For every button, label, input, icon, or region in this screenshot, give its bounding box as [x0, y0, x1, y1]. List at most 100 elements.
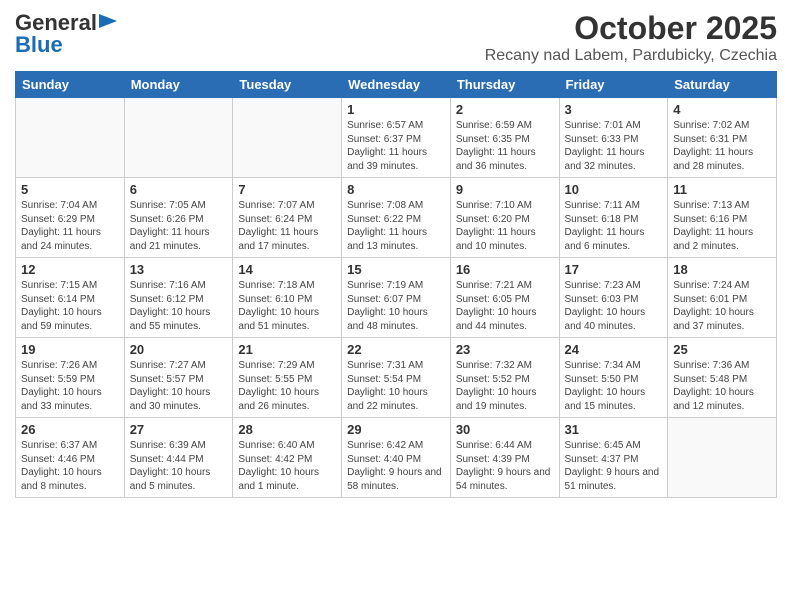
day-info: Sunrise: 7:36 AM Sunset: 5:48 PM Dayligh… [673, 359, 771, 413]
day-number: 2 [456, 102, 554, 117]
day-number: 30 [456, 422, 554, 437]
day-number: 16 [456, 262, 554, 277]
calendar-cell: 6 Sunrise: 7:05 AM Sunset: 6:26 PM Daylig… [124, 178, 233, 258]
week-row-0: 1Sunrise: 6:57 AM Sunset: 6:37 PM Daylig… [16, 98, 777, 178]
day-number: 12 [21, 262, 119, 277]
week-row-1: 5 Sunrise: 7:04 AM Sunset: 6:29 PM Daylig… [16, 178, 777, 258]
calendar-cell [16, 98, 125, 178]
calendar-cell [233, 98, 342, 178]
week-row-4: 26 Sunrise: 6:37 AM Sunset: 4:46 PM Dayli… [16, 418, 777, 498]
calendar-cell: 3 Sunrise: 7:01 AM Sunset: 6:33 PM Daylig… [559, 98, 668, 178]
calendar-cell: 13 Sunrise: 7:16 AM Sunset: 6:12 PM Dayli… [124, 258, 233, 338]
calendar-subtitle: Recany nad Labem, Pardubicky, Czechia [485, 47, 777, 65]
day-number: 21 [238, 342, 336, 357]
calendar-cell: 7 Sunrise: 7:07 AM Sunset: 6:24 PM Daylig… [233, 178, 342, 258]
day-info: Sunrise: 7:08 AM Sunset: 6:22 PM Dayligh… [347, 199, 445, 253]
day-number: 14 [238, 262, 336, 277]
day-number: 5 [21, 182, 119, 197]
day-number: 19 [21, 342, 119, 357]
header-thursday: Thursday [450, 72, 559, 98]
day-info: Sunrise: 6:57 AM Sunset: 6:37 PM Dayligh… [347, 119, 445, 173]
day-number: 9 [456, 182, 554, 197]
week-row-3: 19 Sunrise: 7:26 AM Sunset: 5:59 PM Dayli… [16, 338, 777, 418]
day-info: Sunrise: 7:10 AM Sunset: 6:20 PM Dayligh… [456, 199, 554, 253]
day-info: Sunrise: 7:04 AM Sunset: 6:29 PM Dayligh… [21, 199, 119, 253]
day-number: 25 [673, 342, 771, 357]
calendar-cell: 14 Sunrise: 7:18 AM Sunset: 6:10 PM Dayli… [233, 258, 342, 338]
calendar-cell: 8 Sunrise: 7:08 AM Sunset: 6:22 PM Daylig… [342, 178, 451, 258]
day-number: 6 [130, 182, 228, 197]
title-block: October 2025 Recany nad Labem, Pardubick… [485, 10, 777, 65]
calendar-cell: 20 Sunrise: 7:27 AM Sunset: 5:57 PM Dayli… [124, 338, 233, 418]
day-info: Sunrise: 7:32 AM Sunset: 5:52 PM Dayligh… [456, 359, 554, 413]
day-number: 10 [565, 182, 663, 197]
day-info: Sunrise: 7:01 AM Sunset: 6:33 PM Dayligh… [565, 119, 663, 173]
day-info: Sunrise: 6:44 AM Sunset: 4:39 PM Dayligh… [456, 439, 554, 493]
day-info: Sunrise: 7:18 AM Sunset: 6:10 PM Dayligh… [238, 279, 336, 333]
day-number: 29 [347, 422, 445, 437]
calendar-cell: 1Sunrise: 6:57 AM Sunset: 6:37 PM Daylig… [342, 98, 451, 178]
day-info: Sunrise: 7:34 AM Sunset: 5:50 PM Dayligh… [565, 359, 663, 413]
page: General Blue October 2025 Recany nad Lab… [0, 0, 792, 612]
day-number: 11 [673, 182, 771, 197]
calendar-cell [668, 418, 777, 498]
day-number: 26 [21, 422, 119, 437]
calendar-cell: 26 Sunrise: 6:37 AM Sunset: 4:46 PM Dayli… [16, 418, 125, 498]
calendar-cell: 29Sunrise: 6:42 AM Sunset: 4:40 PM Dayli… [342, 418, 451, 498]
calendar-cell: 18 Sunrise: 7:24 AM Sunset: 6:01 PM Dayli… [668, 258, 777, 338]
calendar-cell: 21Sunrise: 7:29 AM Sunset: 5:55 PM Dayli… [233, 338, 342, 418]
calendar-cell: 17Sunrise: 7:23 AM Sunset: 6:03 PM Dayli… [559, 258, 668, 338]
header: General Blue October 2025 Recany nad Lab… [15, 10, 777, 65]
header-friday: Friday [559, 72, 668, 98]
day-info: Sunrise: 7:24 AM Sunset: 6:01 PM Dayligh… [673, 279, 771, 333]
calendar-cell [124, 98, 233, 178]
day-info: Sunrise: 6:40 AM Sunset: 4:42 PM Dayligh… [238, 439, 336, 493]
day-info: Sunrise: 7:16 AM Sunset: 6:12 PM Dayligh… [130, 279, 228, 333]
day-info: Sunrise: 7:02 AM Sunset: 6:31 PM Dayligh… [673, 119, 771, 173]
calendar-cell: 23 Sunrise: 7:32 AM Sunset: 5:52 PM Dayli… [450, 338, 559, 418]
calendar-cell: 30 Sunrise: 6:44 AM Sunset: 4:39 PM Dayli… [450, 418, 559, 498]
calendar-cell: 31 Sunrise: 6:45 AM Sunset: 4:37 PM Dayli… [559, 418, 668, 498]
day-number: 17 [565, 262, 663, 277]
calendar-cell: 4 Sunrise: 7:02 AM Sunset: 6:31 PM Daylig… [668, 98, 777, 178]
day-info: Sunrise: 7:19 AM Sunset: 6:07 PM Dayligh… [347, 279, 445, 333]
header-monday: Monday [124, 72, 233, 98]
day-number: 3 [565, 102, 663, 117]
day-info: Sunrise: 7:07 AM Sunset: 6:24 PM Dayligh… [238, 199, 336, 253]
day-number: 20 [130, 342, 228, 357]
day-info: Sunrise: 6:39 AM Sunset: 4:44 PM Dayligh… [130, 439, 228, 493]
calendar-cell: 27Sunrise: 6:39 AM Sunset: 4:44 PM Dayli… [124, 418, 233, 498]
calendar-header-row: Sunday Monday Tuesday Wednesday Thursday… [16, 72, 777, 98]
day-number: 4 [673, 102, 771, 117]
day-info: Sunrise: 7:11 AM Sunset: 6:18 PM Dayligh… [565, 199, 663, 253]
day-info: Sunrise: 7:26 AM Sunset: 5:59 PM Dayligh… [21, 359, 119, 413]
calendar-cell: 22Sunrise: 7:31 AM Sunset: 5:54 PM Dayli… [342, 338, 451, 418]
calendar-title: October 2025 [485, 10, 777, 47]
header-sunday: Sunday [16, 72, 125, 98]
calendar-table: Sunday Monday Tuesday Wednesday Thursday… [15, 71, 777, 498]
calendar-cell: 10 Sunrise: 7:11 AM Sunset: 6:18 PM Dayli… [559, 178, 668, 258]
calendar-cell: 9 Sunrise: 7:10 AM Sunset: 6:20 PM Daylig… [450, 178, 559, 258]
day-number: 7 [238, 182, 336, 197]
day-number: 22 [347, 342, 445, 357]
day-info: Sunrise: 6:37 AM Sunset: 4:46 PM Dayligh… [21, 439, 119, 493]
day-number: 23 [456, 342, 554, 357]
calendar-cell: 19 Sunrise: 7:26 AM Sunset: 5:59 PM Dayli… [16, 338, 125, 418]
day-info: Sunrise: 7:05 AM Sunset: 6:26 PM Dayligh… [130, 199, 228, 253]
logo: General Blue [15, 10, 117, 58]
day-info: Sunrise: 6:45 AM Sunset: 4:37 PM Dayligh… [565, 439, 663, 493]
logo-arrow-icon [99, 14, 117, 28]
day-number: 31 [565, 422, 663, 437]
header-saturday: Saturday [668, 72, 777, 98]
calendar-cell: 5 Sunrise: 7:04 AM Sunset: 6:29 PM Daylig… [16, 178, 125, 258]
calendar-cell: 28Sunrise: 6:40 AM Sunset: 4:42 PM Dayli… [233, 418, 342, 498]
day-number: 18 [673, 262, 771, 277]
day-number: 24 [565, 342, 663, 357]
header-tuesday: Tuesday [233, 72, 342, 98]
day-number: 13 [130, 262, 228, 277]
day-number: 8 [347, 182, 445, 197]
day-info: Sunrise: 7:15 AM Sunset: 6:14 PM Dayligh… [21, 279, 119, 333]
calendar-cell: 15Sunrise: 7:19 AM Sunset: 6:07 PM Dayli… [342, 258, 451, 338]
calendar-cell: 11Sunrise: 7:13 AM Sunset: 6:16 PM Dayli… [668, 178, 777, 258]
day-info: Sunrise: 7:27 AM Sunset: 5:57 PM Dayligh… [130, 359, 228, 413]
